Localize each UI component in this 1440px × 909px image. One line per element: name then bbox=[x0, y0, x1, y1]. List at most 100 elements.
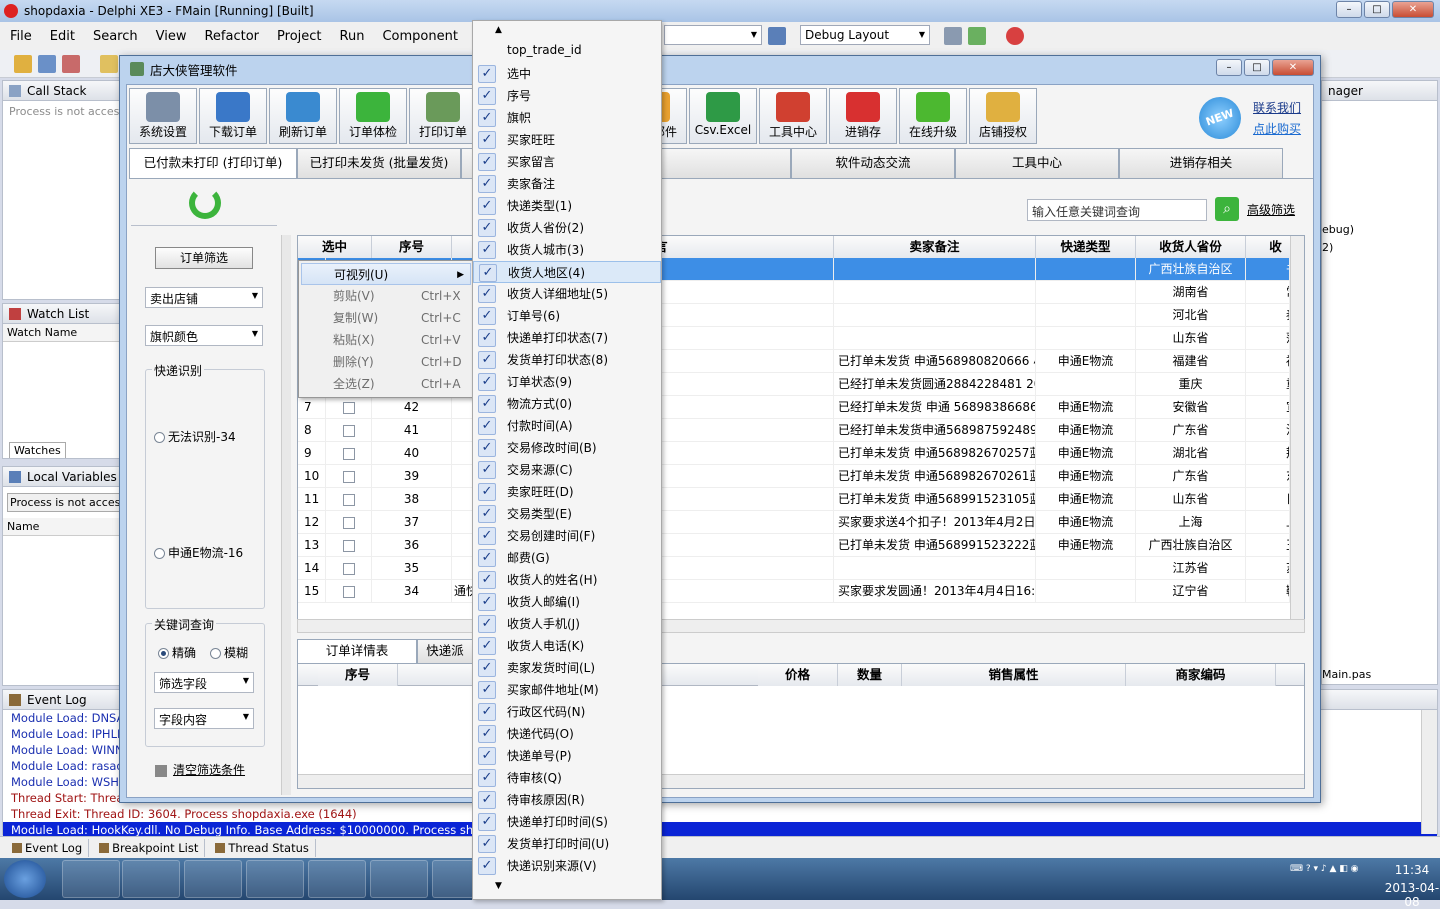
flag-color-combo[interactable]: 旗帜颜色 bbox=[145, 325, 263, 346]
watches-tab[interactable]: Watches bbox=[9, 442, 66, 458]
field-content-input[interactable]: 字段内容 bbox=[154, 708, 254, 729]
detail-header-cell[interactable]: 数量 bbox=[838, 664, 902, 686]
table-row[interactable]: 9 40 已打单未发货 申通568982670257蓝申通E物流湖北省荆 bbox=[298, 442, 1304, 465]
row-checkbox[interactable] bbox=[342, 424, 355, 437]
clock-date[interactable]: 2013-04-08 bbox=[1380, 881, 1440, 909]
filter-panel-scrollbar[interactable] bbox=[281, 235, 291, 795]
ide-config-combo[interactable]: ▼ bbox=[664, 25, 762, 45]
row-checkbox[interactable] bbox=[342, 493, 355, 506]
field-combo[interactable]: 筛选字段 bbox=[154, 672, 254, 693]
column-toggle-item[interactable]: ✓ 序号 bbox=[473, 85, 661, 107]
column-toggle-item[interactable]: ✓ 收货人城市(3) bbox=[473, 239, 661, 261]
column-toggle-item[interactable]: ✓ 快递识别来源(V) bbox=[473, 855, 661, 877]
project-icon[interactable] bbox=[100, 55, 118, 73]
ide-menu-item[interactable]: Project bbox=[277, 29, 321, 44]
new-icon[interactable] bbox=[14, 55, 32, 73]
grid-header-cell[interactable]: 卖家备注 bbox=[834, 236, 1036, 258]
context-menu-item[interactable]: 剪贴(V) Ctrl+X bbox=[301, 285, 471, 307]
minimize-button[interactable]: – bbox=[1336, 1, 1362, 18]
ide-menu-item[interactable]: Refactor bbox=[204, 29, 259, 44]
shop-combo[interactable]: 卖出店铺 bbox=[145, 287, 263, 308]
close-button[interactable]: ✕ bbox=[1392, 1, 1434, 18]
ide-menu-item[interactable]: Search bbox=[93, 29, 138, 44]
table-row[interactable]: 1534通快递买家要求发圆通！2013年4月4日16:0辽宁省鞍 bbox=[298, 580, 1304, 603]
detail-header-cell[interactable]: 销售属性 bbox=[902, 664, 1126, 686]
qq-taskbar-icon[interactable] bbox=[370, 860, 428, 898]
row-checkbox[interactable] bbox=[342, 585, 355, 598]
grid-header-cell[interactable]: 收货人省份 bbox=[1136, 236, 1246, 258]
column-toggle-item[interactable]: ✓ 快递单号(P) bbox=[473, 745, 661, 767]
app-maximize-button[interactable]: □ bbox=[1244, 59, 1270, 76]
menu-scroll-up-icon[interactable]: ▲ bbox=[495, 25, 502, 35]
toolbar-button[interactable]: 订单体检 bbox=[339, 88, 407, 144]
column-toggle-item[interactable]: ✓ 收货人的姓名(H) bbox=[473, 569, 661, 591]
refresh-icon[interactable] bbox=[189, 187, 221, 219]
search-icon[interactable]: ⌕ bbox=[1215, 197, 1239, 221]
main-tab[interactable]: 进销存相关 bbox=[1119, 148, 1283, 178]
toolbar-button[interactable]: 店铺授权 bbox=[969, 88, 1037, 144]
stop-icon[interactable] bbox=[1006, 27, 1024, 45]
context-menu-item[interactable]: 可视列(U) ▶ bbox=[301, 263, 471, 285]
watch-name-column[interactable]: Watch Name bbox=[3, 324, 125, 342]
main-tab[interactable]: 已打印未发货 (批量发货) bbox=[297, 148, 461, 178]
column-toggle-item[interactable]: ✓ 快递单打印时间(S) bbox=[473, 811, 661, 833]
open-icon[interactable] bbox=[38, 55, 56, 73]
detail-grid[interactable]: 序号 价格 数量 销售属性 商家编码 bbox=[297, 663, 1305, 789]
desktop-icon[interactable] bbox=[768, 27, 786, 45]
toolbar-button[interactable]: 进销存 bbox=[829, 88, 897, 144]
column-toggle-item[interactable]: ✓ 快递代码(O) bbox=[473, 723, 661, 745]
column-toggle-item[interactable]: ✓ 收货人手机(J) bbox=[473, 613, 661, 635]
delphi-taskbar-icon[interactable] bbox=[308, 860, 366, 898]
table-row[interactable]: 13 36 已打单未发货 申通568991523222蓝申通E物流广西壮族自治区玉 bbox=[298, 534, 1304, 557]
toolbar-button[interactable]: 工具中心 bbox=[759, 88, 827, 144]
detail-h-scrollbar[interactable] bbox=[298, 774, 1304, 788]
context-menu-item[interactable]: 删除(Y) Ctrl+D bbox=[301, 351, 471, 373]
column-toggle-item[interactable]: ✓ 选中 bbox=[473, 63, 661, 85]
buy-link[interactable]: 点此购买 bbox=[1253, 120, 1301, 137]
column-toggle-item[interactable]: ✓ 收货人地区(4) bbox=[473, 261, 661, 283]
detail-tab[interactable]: 快递派 bbox=[417, 639, 473, 663]
main-tab[interactable]: 已付款未打印 (打印订单) bbox=[129, 148, 297, 179]
orders-h-scrollbar[interactable] bbox=[297, 619, 1305, 633]
column-toggle-item[interactable]: ✓ 订单状态(9) bbox=[473, 371, 661, 393]
toolbar-button[interactable]: Csv.Excel bbox=[689, 88, 757, 144]
app-minimize-button[interactable]: – bbox=[1216, 59, 1242, 76]
column-toggle-item[interactable]: ✓ 快递单打印状态(7) bbox=[473, 327, 661, 349]
column-toggle-item[interactable]: ✓ 快递类型(1) bbox=[473, 195, 661, 217]
ide-bottom-tab[interactable]: Breakpoint List bbox=[93, 838, 206, 857]
ide-bottom-tab[interactable]: Event Log bbox=[6, 838, 90, 857]
row-checkbox[interactable] bbox=[342, 470, 355, 483]
column-toggle-item[interactable]: ✓ 收货人邮编(I) bbox=[473, 591, 661, 613]
column-toggle-item[interactable]: ✓ 买家留言 bbox=[473, 151, 661, 173]
column-toggle-item[interactable]: ✓ 收货人省份(2) bbox=[473, 217, 661, 239]
grid-header-cell[interactable]: 序号 bbox=[372, 236, 452, 258]
app-close-button[interactable]: ✕ bbox=[1272, 59, 1314, 76]
local-vars-name-column[interactable]: Name bbox=[3, 518, 125, 536]
context-menu-item[interactable]: 复制(W) Ctrl+C bbox=[301, 307, 471, 329]
column-toggle-item[interactable]: ✓ 卖家备注 bbox=[473, 173, 661, 195]
order-filter-button[interactable]: 订单筛选 bbox=[155, 247, 253, 269]
column-toggle-item[interactable]: ✓ 买家旺旺 bbox=[473, 129, 661, 151]
row-checkbox[interactable] bbox=[342, 562, 355, 575]
start-button[interactable] bbox=[4, 860, 46, 898]
fuzzy-radio[interactable]: 模糊 bbox=[210, 644, 248, 661]
row-checkbox[interactable] bbox=[342, 401, 355, 414]
column-toggle-item[interactable]: ✓ 卖家旺旺(D) bbox=[473, 481, 661, 503]
save-layout-icon[interactable] bbox=[944, 27, 962, 45]
tray-icons[interactable]: ⌨ ? ▾ ♪ ▲ ◧ ◉ bbox=[1290, 862, 1358, 876]
column-toggle-item[interactable]: ✓ 买家邮件地址(M) bbox=[473, 679, 661, 701]
toolbar-button[interactable]: 打印订单 bbox=[409, 88, 477, 144]
table-row[interactable]: 10 39 已打单未发货 申通568982670261蓝申通E物流广东省东 bbox=[298, 465, 1304, 488]
column-toggle-item[interactable]: ✓ 付款时间(A) bbox=[473, 415, 661, 437]
column-toggle-item[interactable]: ✓ 交易类型(E) bbox=[473, 503, 661, 525]
column-toggle-item[interactable]: ✓ 发货单打印时间(U) bbox=[473, 833, 661, 855]
column-toggle-item[interactable]: ✓ 待审核原因(R) bbox=[473, 789, 661, 811]
contact-us-link[interactable]: 联系我们 bbox=[1253, 99, 1301, 116]
ie-taskbar-icon[interactable] bbox=[62, 860, 120, 898]
detail-header-cell[interactable]: 价格 bbox=[758, 664, 838, 686]
column-toggle-item[interactable]: ✓ 旗帜 bbox=[473, 107, 661, 129]
express-option-0[interactable]: 无法识别-34 bbox=[154, 428, 236, 445]
toolbar-button[interactable]: 在线升级 bbox=[899, 88, 967, 144]
app-taskbar-icon[interactable] bbox=[246, 860, 304, 898]
ide-bottom-tab[interactable]: Thread Status bbox=[209, 838, 316, 857]
